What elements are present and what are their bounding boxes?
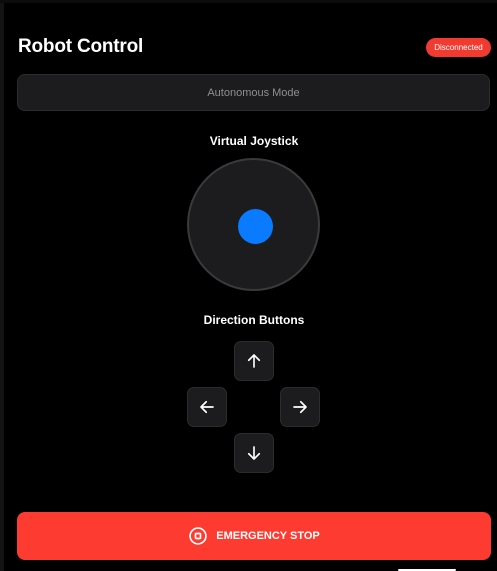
emergency-stop-label: EMERGENCY STOP [216, 530, 320, 542]
virtual-joystick[interactable] [187, 158, 320, 291]
arrow-right-icon [293, 400, 307, 414]
joystick-label: Virtual Joystick [209, 134, 299, 148]
move-up-button[interactable] [234, 341, 274, 381]
arrow-left-icon [200, 400, 214, 414]
connection-status-badge: Disconnected [426, 38, 491, 57]
direction-buttons-label: Direction Buttons [203, 313, 305, 327]
autonomous-mode-button[interactable]: Autonomous Mode [17, 74, 490, 111]
arrow-down-icon [247, 446, 261, 460]
emergency-stop-button[interactable]: EMERGENCY STOP [17, 512, 491, 560]
robot-control-panel: Robot Control Disconnected Autonomous Mo… [0, 0, 497, 571]
move-left-button[interactable] [187, 387, 227, 427]
page-title: Robot Control [18, 36, 144, 57]
move-right-button[interactable] [280, 387, 320, 427]
move-down-button[interactable] [234, 433, 274, 473]
window-edge-top [0, 0, 497, 3]
stop-circle-icon [188, 526, 208, 546]
joystick-knob[interactable] [238, 209, 273, 244]
window-edge [0, 0, 4, 571]
arrow-up-icon [247, 354, 261, 368]
